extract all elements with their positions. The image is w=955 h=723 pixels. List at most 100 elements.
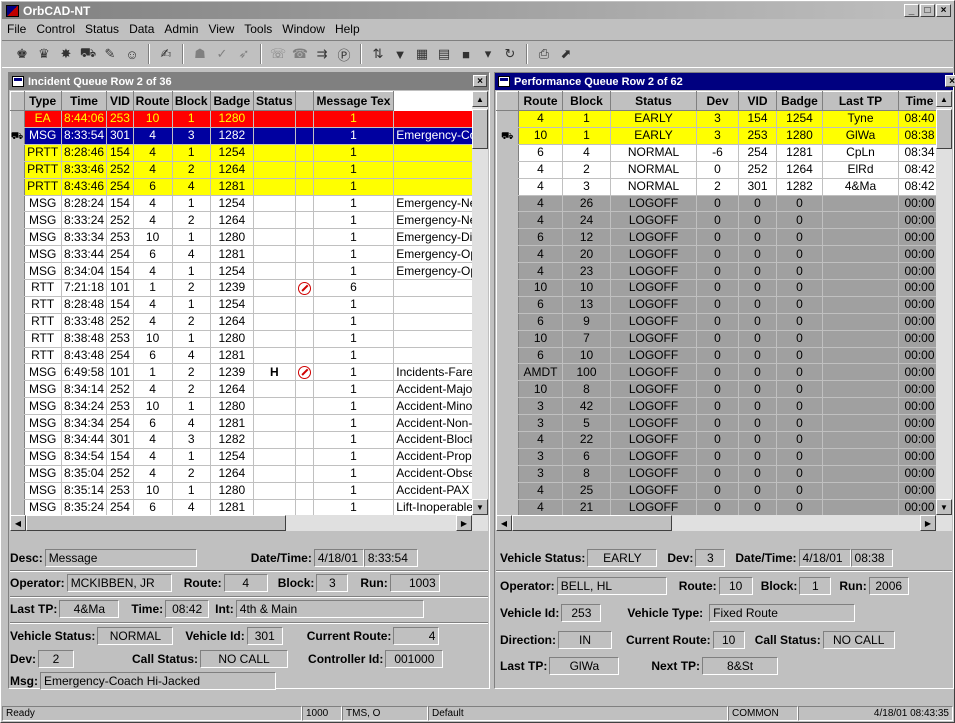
- row-selector[interactable]: [496, 195, 519, 213]
- row-selector[interactable]: [496, 110, 519, 128]
- row-selector[interactable]: [496, 330, 519, 348]
- performance-col-header[interactable]: Status: [610, 91, 697, 111]
- incident-row[interactable]: MSG 8:33:34 253 10 1 1280 1 Emergency-Dis: [10, 228, 488, 247]
- pointer-icon[interactable]: ➶: [234, 44, 254, 64]
- scroll-thumb[interactable]: [936, 109, 952, 149]
- grid-icon[interactable]: ▦: [412, 44, 432, 64]
- row-selector[interactable]: [10, 161, 25, 179]
- performance-row[interactable]: 3 42 LOGOFF 0 0 0 00:00: [496, 397, 941, 416]
- performance-col-header[interactable]: Route: [518, 91, 563, 111]
- scroll-right-icon[interactable]: ▶: [920, 515, 936, 531]
- performance-col-header[interactable]: Dev: [696, 91, 739, 111]
- incident-col-header[interactable]: Badge: [209, 91, 254, 111]
- performance-row[interactable]: AMDT 100 LOGOFF 0 0 0 00:00: [496, 363, 941, 382]
- close-button[interactable]: ×: [936, 4, 951, 17]
- incident-col-header[interactable]: Status: [252, 91, 296, 111]
- row-selector[interactable]: ⛟: [10, 127, 25, 145]
- row-selector[interactable]: [10, 499, 25, 517]
- row-selector[interactable]: [10, 363, 25, 382]
- row-selector[interactable]: [496, 161, 519, 179]
- row-selector[interactable]: [496, 279, 519, 297]
- performance-row[interactable]: 4 23 LOGOFF 0 0 0 00:00: [496, 262, 941, 281]
- filter-icon[interactable]: ▼: [390, 44, 410, 64]
- incident-row[interactable]: MSG 8:34:34 254 6 4 1281 1 Accident-Non-Ir: [10, 414, 488, 433]
- performance-row[interactable]: ⛟ 10 1 EARLY 3 253 1280 GlWa 08:38: [496, 127, 941, 145]
- menu-data[interactable]: Data: [124, 22, 159, 36]
- row-selector[interactable]: [496, 397, 519, 416]
- row-selector[interactable]: [496, 228, 519, 247]
- export-icon[interactable]: ⬈: [556, 44, 576, 64]
- performance-col-header[interactable]: Time: [898, 91, 941, 111]
- performance-horizontal-scrollbar[interactable]: ◀ ▶: [496, 515, 952, 531]
- incident-row[interactable]: MSG 8:35:04 252 4 2 1264 1 Accident-Obser: [10, 465, 488, 483]
- incident-row[interactable]: RTT 8:33:48 252 4 2 1264 1: [10, 313, 488, 331]
- minimize-button[interactable]: _: [904, 4, 919, 17]
- transfer-icon[interactable]: ⇉: [312, 44, 332, 64]
- row-selector[interactable]: [10, 144, 25, 162]
- incident-horizontal-scrollbar[interactable]: ◀ ▶: [10, 515, 488, 531]
- performance-col-header[interactable]: VID: [738, 91, 777, 111]
- scroll-right-icon[interactable]: ▶: [456, 515, 472, 531]
- row-selector[interactable]: [10, 397, 25, 416]
- emergency-icon[interactable]: ✸: [56, 44, 76, 64]
- row-selector[interactable]: [10, 465, 25, 483]
- incident-col-header[interactable]: Block: [171, 91, 211, 111]
- row-selector[interactable]: [10, 245, 25, 264]
- incident-row[interactable]: MSG 8:34:44 301 4 3 1282 1 Accident-Blocki: [10, 431, 488, 449]
- print-icon[interactable]: ⎙: [534, 44, 554, 64]
- scroll-left-icon[interactable]: ◀: [10, 515, 26, 531]
- incident-row[interactable]: RTT 8:28:48 154 4 1 1254 1: [10, 296, 488, 314]
- incident-col-header[interactable]: VID: [106, 91, 134, 111]
- row-selector-header[interactable]: [10, 91, 25, 111]
- row-selector[interactable]: [10, 228, 25, 247]
- row-selector[interactable]: [10, 195, 25, 213]
- dropdown-arrow-icon[interactable]: ▾: [478, 44, 498, 64]
- face-icon[interactable]: ☺: [122, 44, 142, 64]
- incident-row[interactable]: RTT 7:21:18 101 1 2 1239 6: [10, 279, 488, 297]
- incident-row[interactable]: MSG 8:28:24 154 4 1 1254 1 Emergency-Ne: [10, 195, 488, 213]
- phone-list-icon[interactable]: ☎: [290, 44, 310, 64]
- menu-control[interactable]: Control: [31, 22, 80, 36]
- menu-view[interactable]: View: [203, 22, 239, 36]
- incident-row[interactable]: PRTT 8:43:46 254 6 4 1281 1: [10, 178, 488, 196]
- performance-queue-title-bar[interactable]: Performance Queue Row 2 of 62 ×: [495, 73, 955, 90]
- row-selector[interactable]: [10, 330, 25, 348]
- row-selector[interactable]: [10, 279, 25, 297]
- scroll-up-icon[interactable]: ▲: [472, 91, 488, 107]
- parking-icon[interactable]: Ⓟ: [334, 44, 354, 64]
- performance-close-button[interactable]: ×: [945, 75, 955, 87]
- row-selector[interactable]: [10, 347, 25, 365]
- incident-col-header[interactable]: Route: [132, 91, 173, 111]
- performance-row[interactable]: 4 2 NORMAL 0 252 1264 ElRd 08:42: [496, 161, 941, 179]
- row-selector[interactable]: [10, 211, 25, 230]
- menu-help[interactable]: Help: [330, 22, 365, 36]
- performance-row[interactable]: 4 3 NORMAL 2 301 1282 4&Ma 08:42: [496, 178, 941, 196]
- table-icon[interactable]: ▤: [434, 44, 454, 64]
- title-bar[interactable]: OrbCAD-NT _ □ ×: [2, 2, 953, 19]
- row-selector[interactable]: [496, 363, 519, 382]
- row-selector[interactable]: [10, 431, 25, 449]
- row-selector[interactable]: [496, 313, 519, 331]
- row-selector[interactable]: [496, 296, 519, 314]
- incident-row[interactable]: PRTT 8:28:46 154 4 1 1254 1: [10, 144, 488, 162]
- performance-row[interactable]: 10 7 LOGOFF 0 0 0 00:00: [496, 330, 941, 348]
- edit-icon[interactable]: ✍: [156, 44, 176, 64]
- row-selector[interactable]: [496, 262, 519, 281]
- incident-row[interactable]: RTT 8:43:48 254 6 4 1281 1: [10, 347, 488, 365]
- incident-col-header[interactable]: Time: [60, 91, 108, 111]
- incident-col-header[interactable]: [294, 91, 314, 111]
- row-selector[interactable]: [10, 178, 25, 196]
- incident-row[interactable]: MSG 8:35:24 254 6 4 1281 1 Lift-Inoperable v: [10, 499, 488, 517]
- menu-window[interactable]: Window: [277, 22, 330, 36]
- incident-vertical-scrollbar[interactable]: ▲ ▼: [472, 91, 488, 515]
- performance-row[interactable]: 4 20 LOGOFF 0 0 0 00:00: [496, 245, 941, 264]
- performance-row[interactable]: 6 4 NORMAL -6 254 1281 CpLn 08:34: [496, 144, 941, 162]
- scroll-down-icon[interactable]: ▼: [936, 499, 952, 515]
- performance-row[interactable]: 4 24 LOGOFF 0 0 0 00:00: [496, 211, 941, 230]
- incident-close-button[interactable]: ×: [473, 75, 487, 87]
- performance-row[interactable]: 3 8 LOGOFF 0 0 0 00:00: [496, 465, 941, 483]
- performance-row[interactable]: 10 10 LOGOFF 0 0 0 00:00: [496, 279, 941, 297]
- dispatcher-icon[interactable]: ♚: [12, 44, 32, 64]
- row-selector[interactable]: [10, 380, 25, 399]
- scroll-up-icon[interactable]: ▲: [936, 91, 952, 107]
